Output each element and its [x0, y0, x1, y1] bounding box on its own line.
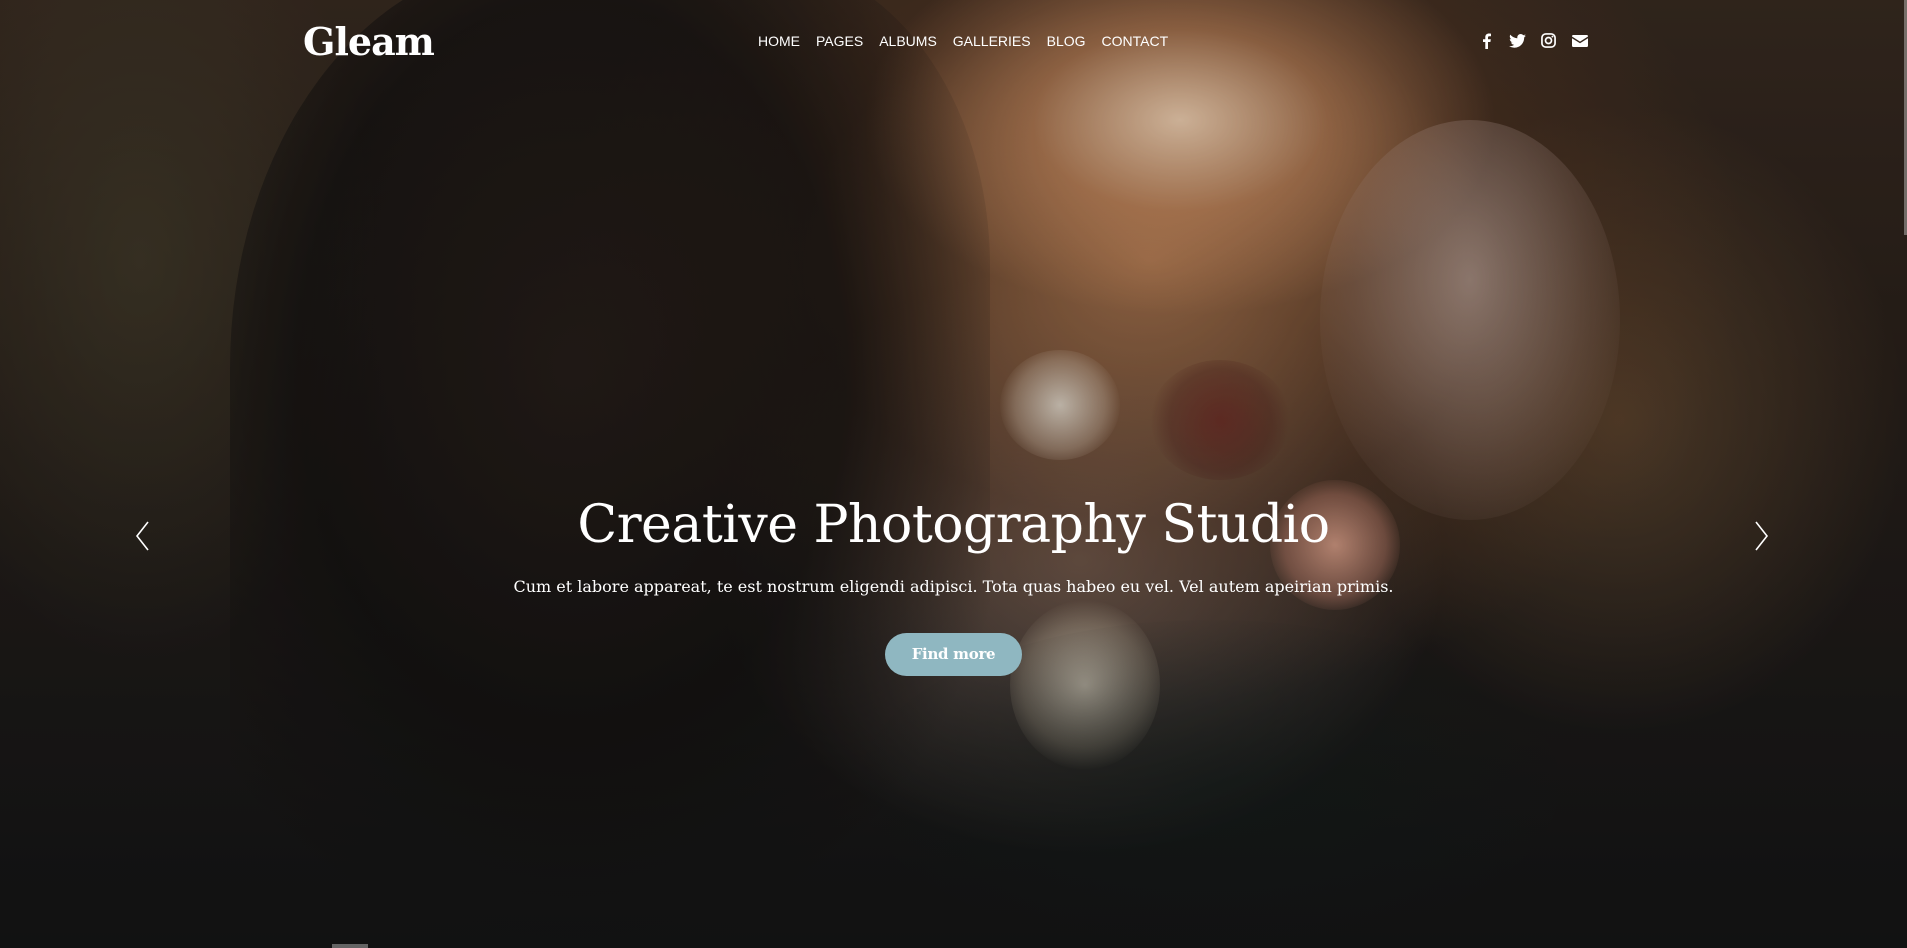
- instagram-icon[interactable]: [1540, 32, 1557, 49]
- hero-subtitle: Cum et labore appareat, te est nostrum e…: [513, 577, 1394, 596]
- nav-item-pages: PAGES: [816, 32, 863, 51]
- slide-indicator[interactable]: [332, 944, 368, 948]
- nav-item-galleries: GALLERIES: [953, 32, 1031, 51]
- envelope-icon[interactable]: [1571, 32, 1588, 49]
- nav-link-blog[interactable]: BLOG: [1047, 33, 1086, 49]
- background-photo-dress: [1320, 120, 1620, 520]
- nav-item-contact: CONTACT: [1102, 32, 1169, 51]
- nav-item-blog: BLOG: [1047, 32, 1086, 51]
- background-photo-suit: [230, 0, 990, 948]
- site-header: Gleam HOME PAGES ALBUMS GALLERIES BLOG C…: [0, 0, 1907, 84]
- hero-title: Creative Photography Studio: [577, 495, 1330, 555]
- hero-overlay: [0, 0, 1907, 948]
- background-photo-flower: [1000, 350, 1120, 460]
- nav-item-albums: ALBUMS: [879, 32, 937, 51]
- hero-slider: Gleam HOME PAGES ALBUMS GALLERIES BLOG C…: [0, 0, 1907, 948]
- nav-link-galleries[interactable]: GALLERIES: [953, 33, 1031, 49]
- nav-link-albums[interactable]: ALBUMS: [879, 33, 937, 49]
- facebook-icon[interactable]: [1478, 32, 1495, 49]
- background-photo-flower: [1150, 360, 1290, 480]
- twitter-icon[interactable]: [1509, 32, 1526, 49]
- nav-link-contact[interactable]: CONTACT: [1102, 33, 1169, 49]
- main-nav: HOME PAGES ALBUMS GALLERIES BLOG CONTACT: [758, 32, 1168, 51]
- nav-link-home[interactable]: HOME: [758, 33, 800, 49]
- hero-caption: Creative Photography Studio Cum et labor…: [0, 490, 1907, 676]
- nav-item-home: HOME: [758, 32, 800, 51]
- find-more-button[interactable]: Find more: [885, 633, 1022, 676]
- social-links: [1478, 32, 1588, 49]
- site-logo[interactable]: Gleam: [303, 18, 435, 66]
- nav-link-pages[interactable]: PAGES: [816, 33, 863, 49]
